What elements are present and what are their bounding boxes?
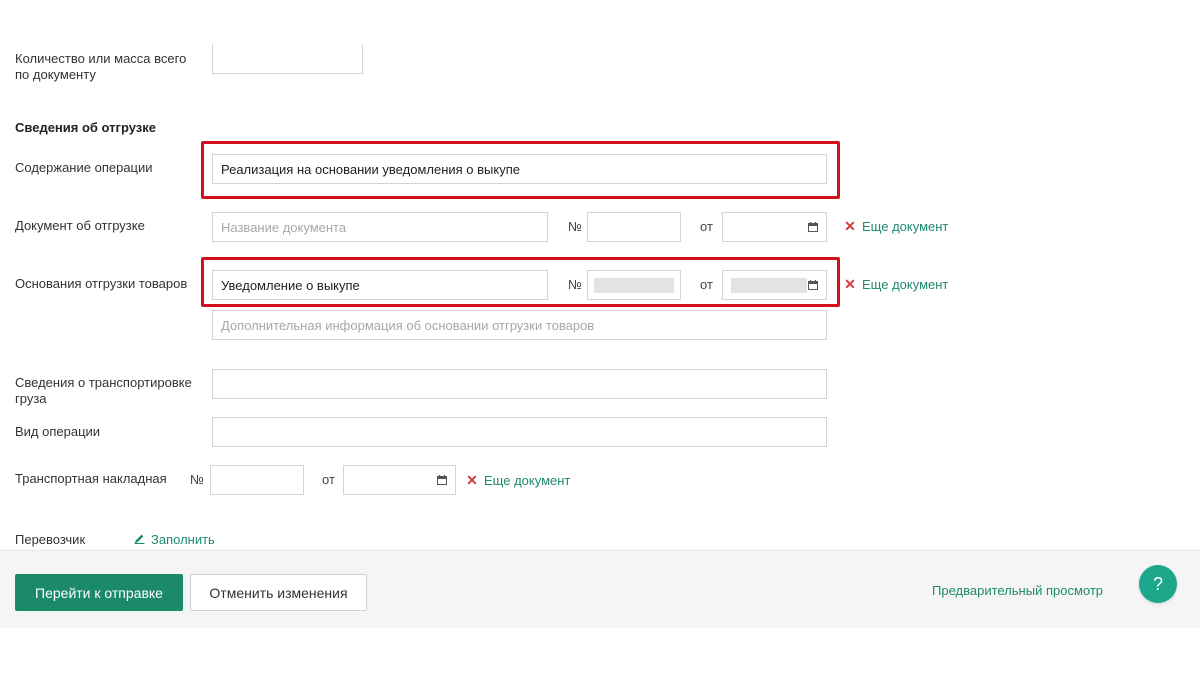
waybill-number-sign: № bbox=[190, 472, 204, 487]
shipment-document-number-input[interactable] bbox=[587, 212, 681, 242]
redacted-date bbox=[731, 278, 807, 293]
help-label: ? bbox=[1152, 573, 1163, 594]
operation-type-input[interactable] bbox=[212, 417, 827, 447]
waybill-date-input[interactable] bbox=[343, 465, 456, 495]
shipment-basis-from-label: от bbox=[700, 277, 713, 292]
submit-button[interactable]: Перейти к отправке bbox=[15, 574, 183, 611]
shipment-document-more-button[interactable]: ✕ Еще документ bbox=[844, 217, 948, 235]
shipment-document-number-sign: № bbox=[568, 219, 582, 234]
transport-info-label: Сведения о транспортировке груза bbox=[15, 375, 192, 406]
quantity-input[interactable] bbox=[212, 44, 363, 74]
shipment-basis-more-button[interactable]: ✕ Еще документ bbox=[844, 275, 948, 293]
quantity-label: Количество или масса всего по документу bbox=[15, 51, 187, 82]
operation-content-input[interactable] bbox=[212, 154, 827, 184]
calendar-icon[interactable] bbox=[437, 475, 447, 485]
more-document-label: Еще документ bbox=[862, 276, 949, 292]
waybill-more-button[interactable]: ✕ Еще документ bbox=[466, 471, 570, 489]
shipment-basis-name-input[interactable] bbox=[212, 270, 548, 300]
carrier-fill-link[interactable]: Заполнить bbox=[134, 532, 215, 547]
remove-icon[interactable]: ✕ bbox=[844, 219, 856, 233]
redacted-number bbox=[594, 278, 674, 293]
shipment-basis-extra-input[interactable] bbox=[212, 310, 827, 340]
operation-content-label: Содержание операции bbox=[15, 160, 153, 175]
shipment-document-date-input[interactable] bbox=[722, 212, 827, 242]
shipment-basis-number-sign: № bbox=[568, 277, 582, 292]
carrier-label: Перевозчик bbox=[15, 532, 86, 547]
waybill-label: Транспортная накладная bbox=[15, 471, 167, 486]
shipment-document-label: Документ об отгрузке bbox=[15, 218, 145, 233]
remove-icon[interactable]: ✕ bbox=[466, 473, 478, 487]
shipment-basis-number-input[interactable] bbox=[587, 270, 681, 300]
waybill-number-input[interactable] bbox=[210, 465, 304, 495]
shipment-basis-date-input[interactable] bbox=[722, 270, 827, 300]
calendar-icon[interactable] bbox=[808, 222, 818, 232]
pencil-icon bbox=[134, 532, 145, 547]
shipment-basis-label: Основания отгрузки товаров bbox=[15, 276, 188, 291]
operation-type-label: Вид операции bbox=[15, 424, 101, 439]
transport-info-input[interactable] bbox=[212, 369, 827, 399]
calendar-icon[interactable] bbox=[808, 280, 818, 290]
more-document-label: Еще документ bbox=[862, 218, 949, 234]
shipment-document-from-label: от bbox=[700, 219, 713, 234]
shipment-section-title: Сведения об отгрузке bbox=[15, 120, 156, 135]
help-icon[interactable]: ? bbox=[1139, 565, 1177, 603]
shipment-document-name-input[interactable] bbox=[212, 212, 548, 242]
carrier-fill-label: Заполнить bbox=[151, 532, 215, 547]
remove-icon[interactable]: ✕ bbox=[844, 277, 856, 291]
more-document-label: Еще документ bbox=[484, 472, 571, 488]
cancel-changes-button[interactable]: Отменить изменения bbox=[190, 574, 367, 611]
waybill-from-label: от bbox=[322, 472, 335, 487]
preview-link[interactable]: Предварительный просмотр bbox=[932, 583, 1103, 598]
